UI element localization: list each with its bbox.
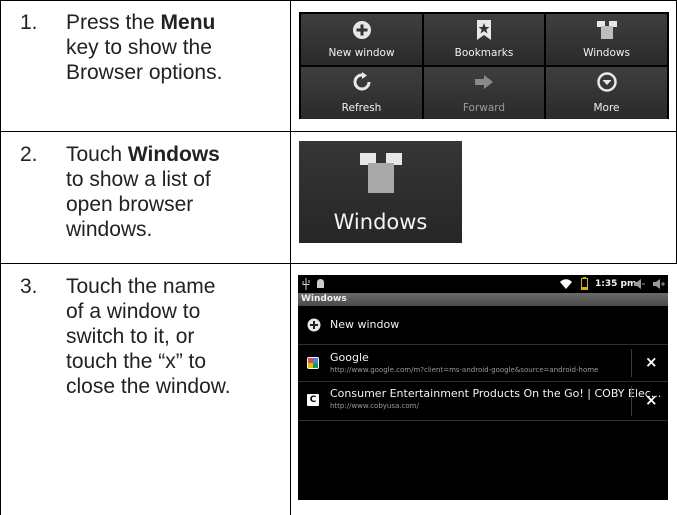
step-3-text: Touch the name of a window to switch to … [66, 274, 288, 399]
menu-more-label: More [593, 102, 620, 114]
menu-new-window-label: New window [328, 47, 395, 59]
step-2-line-3: open browser [66, 193, 194, 216]
window-list-item[interactable]: Google http://www.google.com/m?client=ms… [298, 345, 668, 381]
menu-bookmarks-button[interactable]: Bookmarks [424, 14, 544, 65]
menu-forward-label: Forward [462, 102, 506, 114]
new-window-label: New window [330, 318, 400, 331]
menu-windows-button[interactable]: Windows [546, 14, 667, 65]
close-window-button[interactable]: × [645, 353, 658, 371]
window-url: http://www.cobyusa.com/ [330, 402, 419, 410]
step-3-number: 3. [20, 275, 38, 298]
menu-more-button[interactable]: More [546, 67, 667, 119]
table-border-row2 [0, 263, 677, 264]
windows-title-bar: Windows [298, 293, 668, 306]
window-title: Google [330, 351, 369, 364]
browser-menu-panel: New window Bookmarks Windows Refresh For… [299, 12, 669, 119]
menu-new-window-button[interactable]: New window [301, 14, 422, 65]
step-3-line-1: Touch the name [66, 275, 216, 298]
step-2-line-4: windows. [66, 218, 153, 241]
window-url: http://www.google.com/m?client=ms-androi… [330, 366, 599, 374]
windows-button-enlarged[interactable]: Windows [299, 141, 462, 243]
windows-icon [596, 21, 617, 39]
step-1-line-3: Browser options. [66, 61, 223, 84]
battery-icon [581, 277, 588, 290]
step-3-line-4: touch the “x” to [66, 350, 207, 373]
windows-icon [360, 153, 402, 193]
menu-refresh-button[interactable]: Refresh [301, 67, 422, 119]
favicon-letter: C [309, 395, 317, 405]
row-separator [298, 420, 668, 421]
step-1-line-1: Press the Menu [66, 11, 216, 34]
volume-up-icon[interactable] [653, 278, 665, 290]
bookmark-star-icon [477, 20, 491, 40]
google-favicon [307, 357, 319, 369]
step-2-line-2: to show a list of [66, 168, 211, 191]
table-border-mid [290, 0, 291, 515]
volume-down-icon[interactable] [633, 278, 645, 290]
new-window-row[interactable]: New window [298, 306, 668, 344]
window-list-item[interactable]: C Consumer Entertainment Products On the… [298, 382, 668, 420]
menu-forward-button[interactable]: Forward [424, 67, 544, 119]
window-title: Consumer Entertainment Products On the G… [330, 387, 662, 400]
menu-bookmarks-label: Bookmarks [454, 47, 514, 59]
forward-arrow-icon [475, 75, 493, 89]
favicon-quadrant [313, 363, 318, 368]
step-2-number: 2. [20, 143, 38, 166]
step-3-line-3: switch to it, or [66, 325, 195, 348]
coby-favicon: C [307, 394, 319, 406]
plus-circle-icon [352, 21, 371, 39]
more-chevron-icon [596, 72, 617, 92]
wifi-icon [560, 279, 572, 289]
close-divider [631, 349, 632, 377]
usb-icon [302, 278, 310, 290]
table-border-top [0, 0, 677, 1]
step-3-line-2: of a window to [66, 300, 201, 323]
windows-screen-title: Windows [301, 294, 347, 304]
refresh-icon [353, 72, 370, 91]
step-2-line-1: Touch Windows [66, 143, 220, 166]
windows-list-screen: 1:35 pm Windows New window Google http:/… [298, 275, 668, 500]
table-border-row1 [0, 131, 677, 132]
android-icon [317, 279, 324, 288]
menu-refresh-label: Refresh [341, 102, 382, 114]
close-divider [631, 386, 632, 416]
status-time: 1:35 pm [595, 279, 637, 289]
step-1-text: Press the Menu key to show the Browser o… [66, 10, 286, 85]
step-1-number: 1. [20, 11, 38, 34]
status-bar: 1:35 pm [298, 275, 668, 293]
plus-circle-icon [307, 318, 321, 332]
menu-windows-label: Windows [583, 47, 630, 59]
step-1-line-2: key to show the [66, 36, 212, 59]
menu-key-label: Menu [160, 11, 216, 34]
step-3-line-5: close the window. [66, 375, 231, 398]
windows-label: Windows [127, 143, 220, 166]
table-border-left [0, 0, 1, 515]
step-2-text: Touch Windows to show a list of open bro… [66, 142, 286, 242]
close-window-button[interactable]: × [645, 391, 658, 409]
windows-button-label: Windows [333, 210, 428, 234]
